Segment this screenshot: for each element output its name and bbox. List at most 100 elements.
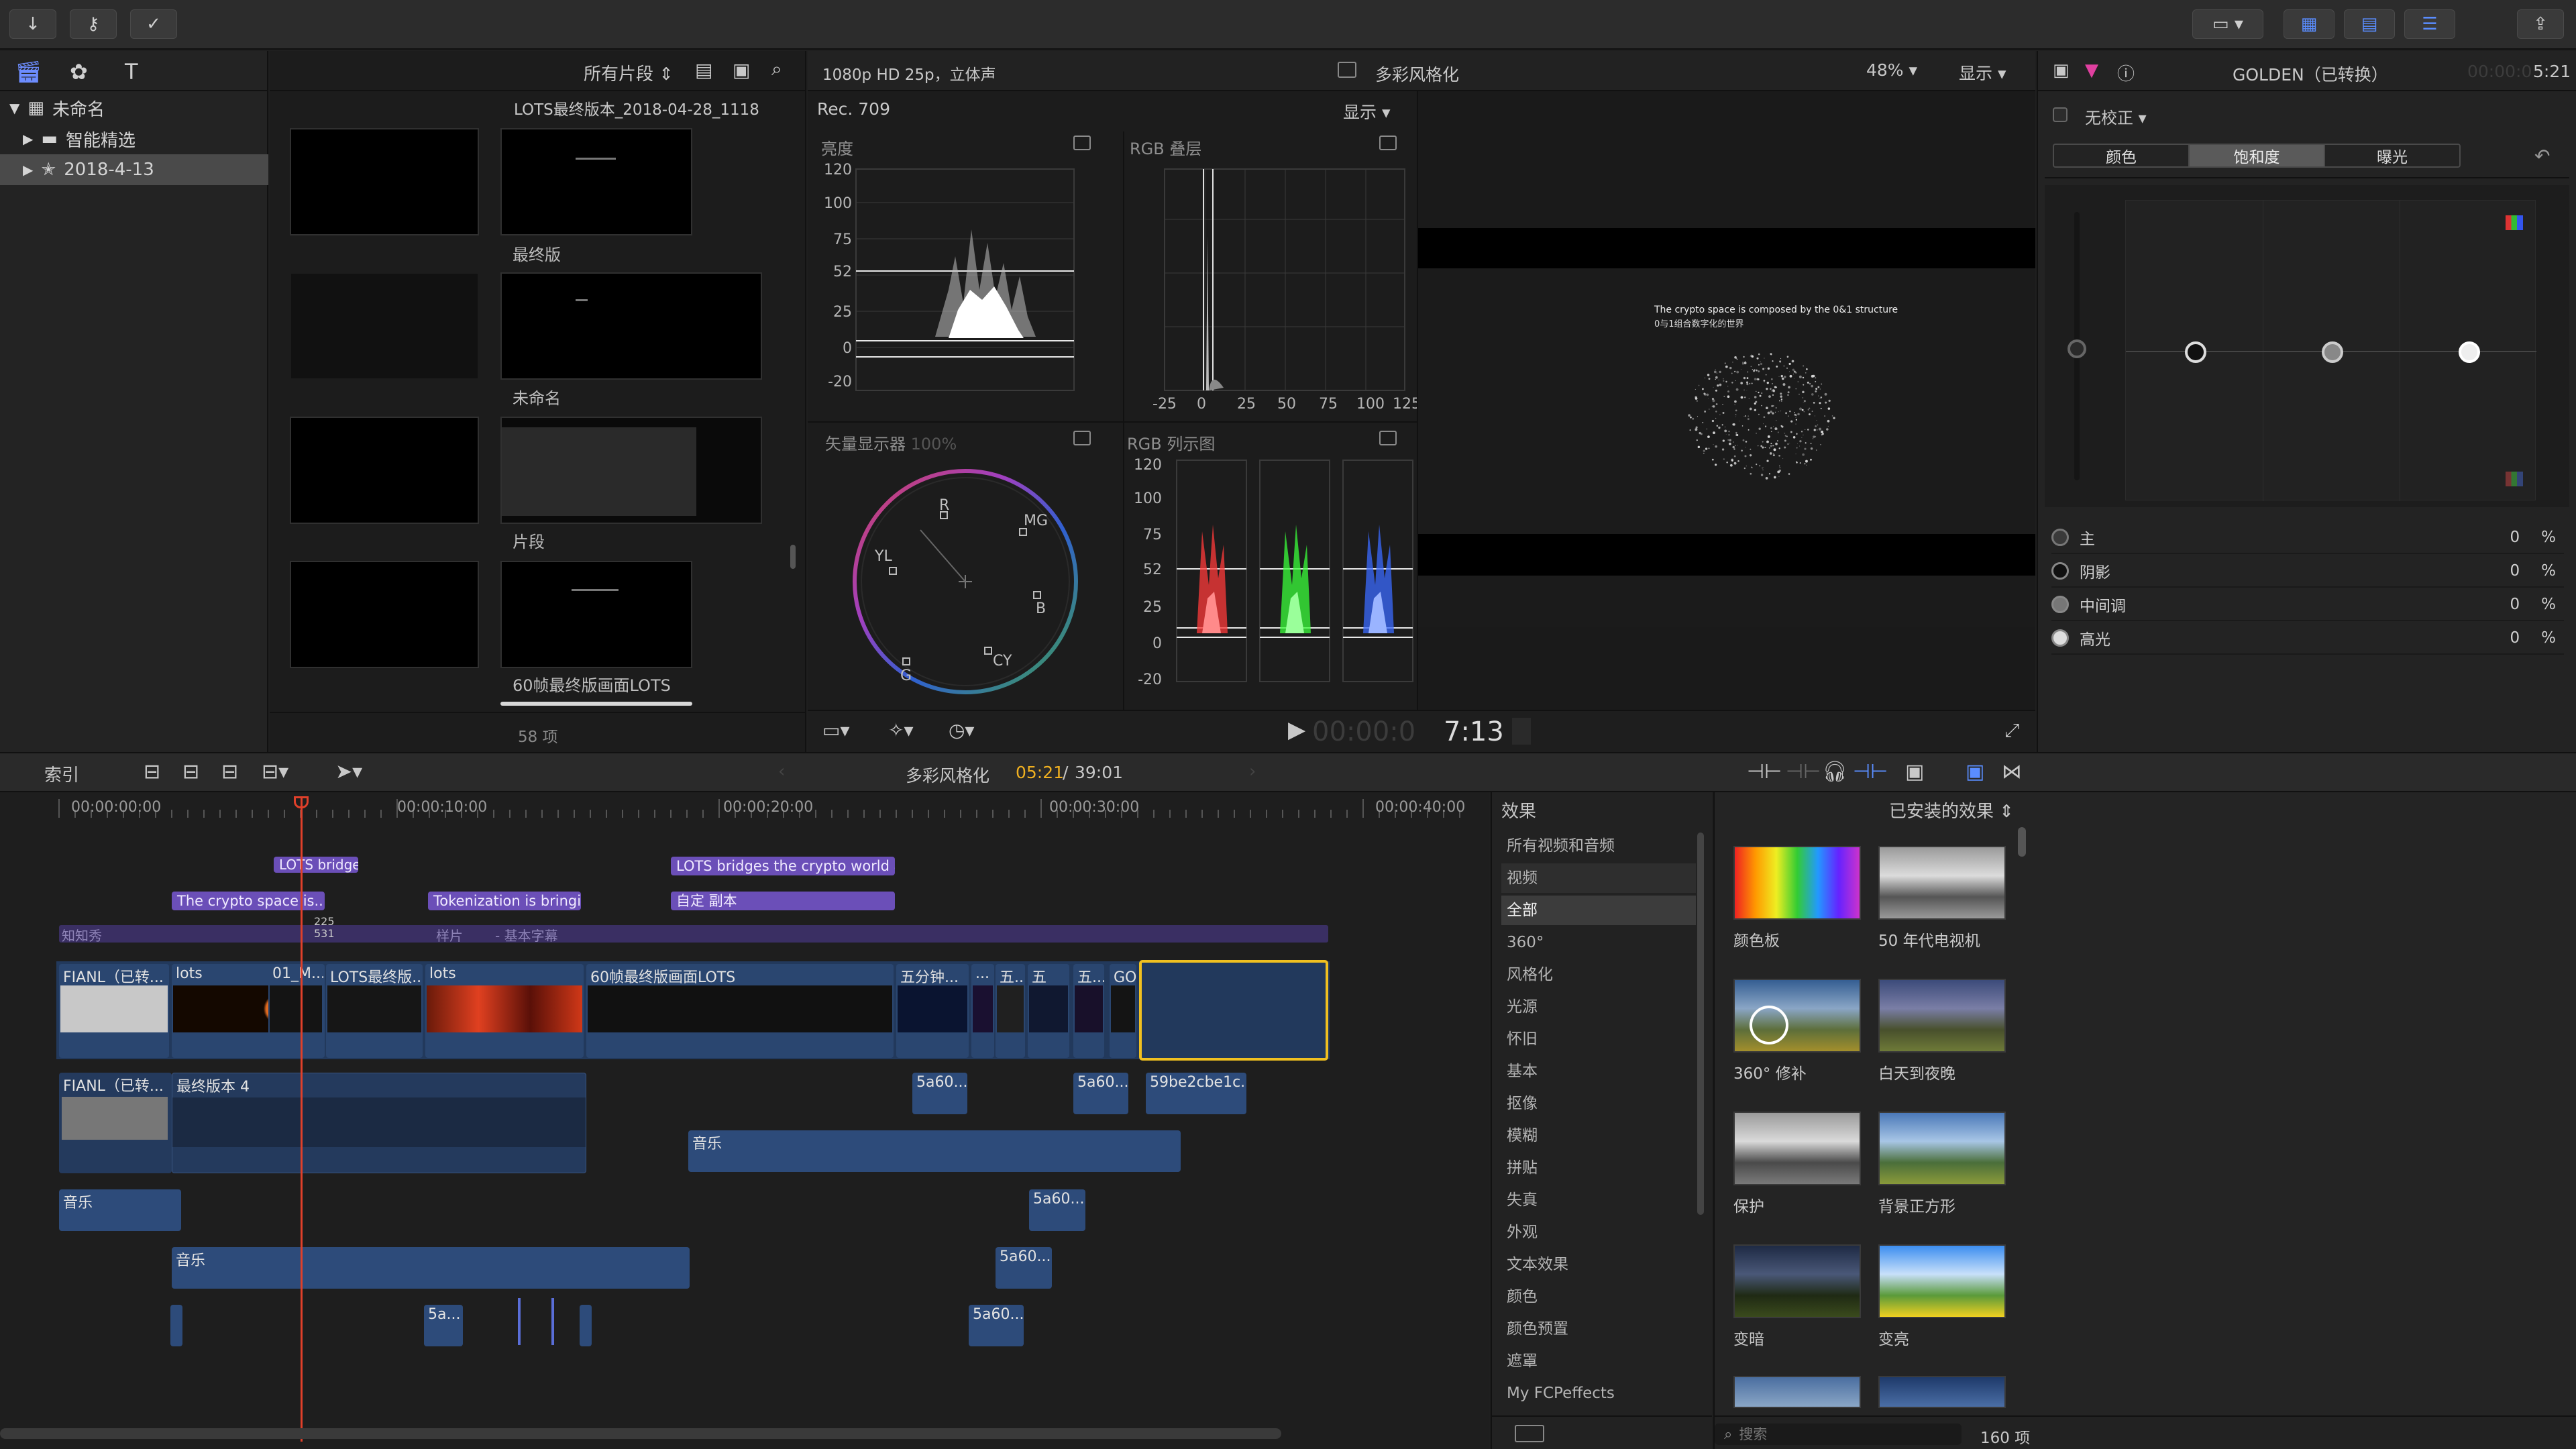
effects-search-field[interactable]: ⌕ xyxy=(1715,1424,1962,1445)
effect-category-item[interactable]: 模糊 xyxy=(1501,1121,1696,1150)
correction-popup[interactable]: 无校正 ▾ xyxy=(2085,105,2147,128)
primary-clip[interactable]: 五 xyxy=(1028,964,1069,1058)
categories-scrollbar[interactable] xyxy=(1697,833,1704,1215)
effect-category-item[interactable]: 光源 xyxy=(1501,992,1696,1022)
highlights-row[interactable]: 高光 0 % xyxy=(2051,623,2564,655)
disclosure-open-icon[interactable]: ▼ xyxy=(9,100,19,116)
audio-skimming-icon[interactable]: ⊣⊢ xyxy=(1786,760,1821,784)
scope-settings-icon[interactable] xyxy=(1379,136,1397,150)
transitions-browser-icon[interactable]: ⋈ xyxy=(2002,760,2022,784)
overwrite-clip-icon[interactable]: ⊟▾ xyxy=(262,760,288,784)
playhead-handle[interactable] xyxy=(294,796,309,808)
music-clip[interactable]: 音乐 xyxy=(172,1247,690,1289)
clapper-icon[interactable]: 🎬︎ xyxy=(15,59,42,85)
browser-layout-icon[interactable]: ▦ xyxy=(2284,9,2334,39)
effect-category-item[interactable]: 颜色 xyxy=(1501,1282,1696,1311)
music-clip[interactable]: 音乐 xyxy=(59,1189,181,1231)
snapping-icon[interactable]: ⊣⊢ xyxy=(1853,760,1888,784)
effect-category-item[interactable]: 颜色预置 xyxy=(1501,1314,1696,1344)
connected-audio-clip[interactable]: 5a60... xyxy=(1029,1189,1085,1231)
connected-clip[interactable]: 最终版本 4 xyxy=(172,1073,586,1173)
effect-thumbnail[interactable] xyxy=(1878,1112,2006,1185)
row-value[interactable]: 0 xyxy=(2510,596,2520,613)
effect-thumbnail[interactable] xyxy=(1878,1376,2006,1408)
connected-audio-clip[interactable]: 5a60... xyxy=(1073,1073,1128,1114)
audio-meter-icon[interactable] xyxy=(1512,718,1531,745)
highlights-radio-icon[interactable] xyxy=(2051,629,2069,647)
timeline-scrollbar[interactable] xyxy=(0,1428,1281,1439)
sidebar-toggle-icon[interactable] xyxy=(1515,1425,1544,1442)
master-radio-icon[interactable] xyxy=(2051,529,2069,546)
connected-audio-clip[interactable]: 5a60... xyxy=(912,1073,967,1114)
speed-tool-icon[interactable]: ◷▾ xyxy=(949,719,975,741)
solo-icon[interactable]: 🎧︎ xyxy=(1822,760,1847,784)
play-button[interactable]: ▶︎ xyxy=(1288,716,1305,743)
clip-name[interactable]: 最终版 xyxy=(513,241,561,265)
key-icon[interactable]: ⚷ xyxy=(70,9,117,39)
clip-appearance-icon[interactable]: ▣ xyxy=(1905,760,1924,784)
selected-clip-outline[interactable] xyxy=(1139,960,1328,1061)
effect-category-item[interactable]: 基本 xyxy=(1501,1057,1696,1086)
filmstrip-icon[interactable]: ▣ xyxy=(733,59,750,81)
clip-thumbnail[interactable] xyxy=(500,561,692,668)
crop-tool-icon[interactable]: ▭▾ xyxy=(822,719,850,741)
primary-clip[interactable]: 五... xyxy=(996,964,1025,1058)
midtones-row[interactable]: 中间调 0 % xyxy=(2051,589,2564,621)
primary-clip[interactable]: lots xyxy=(425,964,584,1058)
checkmark-icon[interactable]: ✓ xyxy=(130,9,177,39)
clip-thumbnail[interactable] xyxy=(290,128,479,235)
titles-icon[interactable]: T xyxy=(125,59,138,85)
tab-saturation[interactable]: 饱和度 xyxy=(2190,145,2325,166)
clip-name[interactable]: 片段 xyxy=(513,529,545,552)
scope-settings-icon[interactable] xyxy=(1073,136,1091,150)
effects-search-input[interactable] xyxy=(1739,1426,1927,1442)
reset-icon[interactable]: ↶ xyxy=(2534,145,2550,167)
select-tool-icon[interactable]: ➤▾ xyxy=(335,760,362,784)
connected-audio-clip[interactable]: 59be2cbe1c... xyxy=(1146,1073,1246,1114)
global-puck[interactable] xyxy=(2068,339,2086,358)
audio-keyframe-marker[interactable] xyxy=(551,1298,554,1345)
effects-browser-icon[interactable]: ▣ xyxy=(1966,760,1984,784)
zoom-popup[interactable]: 48% ▾ xyxy=(1866,60,1917,80)
browser-scrollbar[interactable] xyxy=(790,545,796,569)
caption-lane[interactable]: 知知秀 样片 - 基本字幕 xyxy=(59,925,1328,944)
shadows-radio-icon[interactable] xyxy=(2051,562,2069,580)
list-view-icon[interactable]: ▤ xyxy=(695,59,712,81)
effect-thumbnail[interactable] xyxy=(1733,846,1861,920)
connected-audio-clip[interactable] xyxy=(170,1305,182,1346)
effect-thumbnail[interactable] xyxy=(1733,1244,1861,1318)
shadows-puck[interactable] xyxy=(2185,341,2206,363)
effect-category-item[interactable]: 风格化 xyxy=(1501,960,1696,989)
effect-thumbnail[interactable] xyxy=(1733,979,1861,1053)
connected-audio-clip[interactable]: 5a60... xyxy=(969,1305,1024,1346)
import-icon[interactable]: ↓ xyxy=(9,9,56,39)
music-clip[interactable]: 音乐 xyxy=(688,1130,1181,1172)
effect-category-item[interactable]: 所有视频和音频 xyxy=(1501,831,1696,861)
view-popup[interactable]: 显示 ▾ xyxy=(1959,60,2006,85)
clip-thumbnail[interactable] xyxy=(290,272,479,380)
primary-clip[interactable]: 60帧最终版画面LOTS xyxy=(586,964,894,1058)
skimming-icon[interactable]: ⊣⊢ xyxy=(1747,760,1782,784)
effect-category-item[interactable]: 外观 xyxy=(1501,1218,1696,1247)
transform-tool-icon[interactable]: ✧▾ xyxy=(888,719,914,741)
effect-category-item[interactable]: 抠像 xyxy=(1501,1089,1696,1118)
highlights-puck[interactable] xyxy=(2459,341,2480,363)
search-icon[interactable]: ⌕ xyxy=(771,58,782,80)
primary-clip[interactable]: GOLDEN（已转换） xyxy=(1110,964,1136,1058)
connected-clip[interactable]: FIANL（已转... xyxy=(59,1073,172,1173)
row-value[interactable]: 0 xyxy=(2510,529,2520,546)
primary-clip[interactable]: 五分钟... xyxy=(896,964,969,1058)
tab-color[interactable]: 颜色 xyxy=(2054,145,2190,166)
library-item-smart[interactable]: ▶ ▬ 智能精选 xyxy=(0,123,268,154)
effect-thumbnail[interactable] xyxy=(1878,979,2006,1053)
connected-audio-clip[interactable]: 5a... xyxy=(424,1305,463,1346)
index-button[interactable]: 索引 xyxy=(44,761,79,786)
scope-settings-icon[interactable] xyxy=(1073,431,1091,445)
effects-filter-popup[interactable]: 已安装的效果 ⇕ xyxy=(1889,798,2014,822)
title-clip[interactable]: Tokenization is bringi... xyxy=(428,892,581,910)
clip-name[interactable]: 未命名 xyxy=(513,385,561,409)
effect-category-item[interactable]: 360° xyxy=(1501,928,1696,957)
effects-scrollbar[interactable] xyxy=(2018,827,2026,857)
effect-thumbnail[interactable] xyxy=(1878,1244,2006,1318)
primary-clip[interactable]: LOTS最终版... xyxy=(326,964,423,1058)
